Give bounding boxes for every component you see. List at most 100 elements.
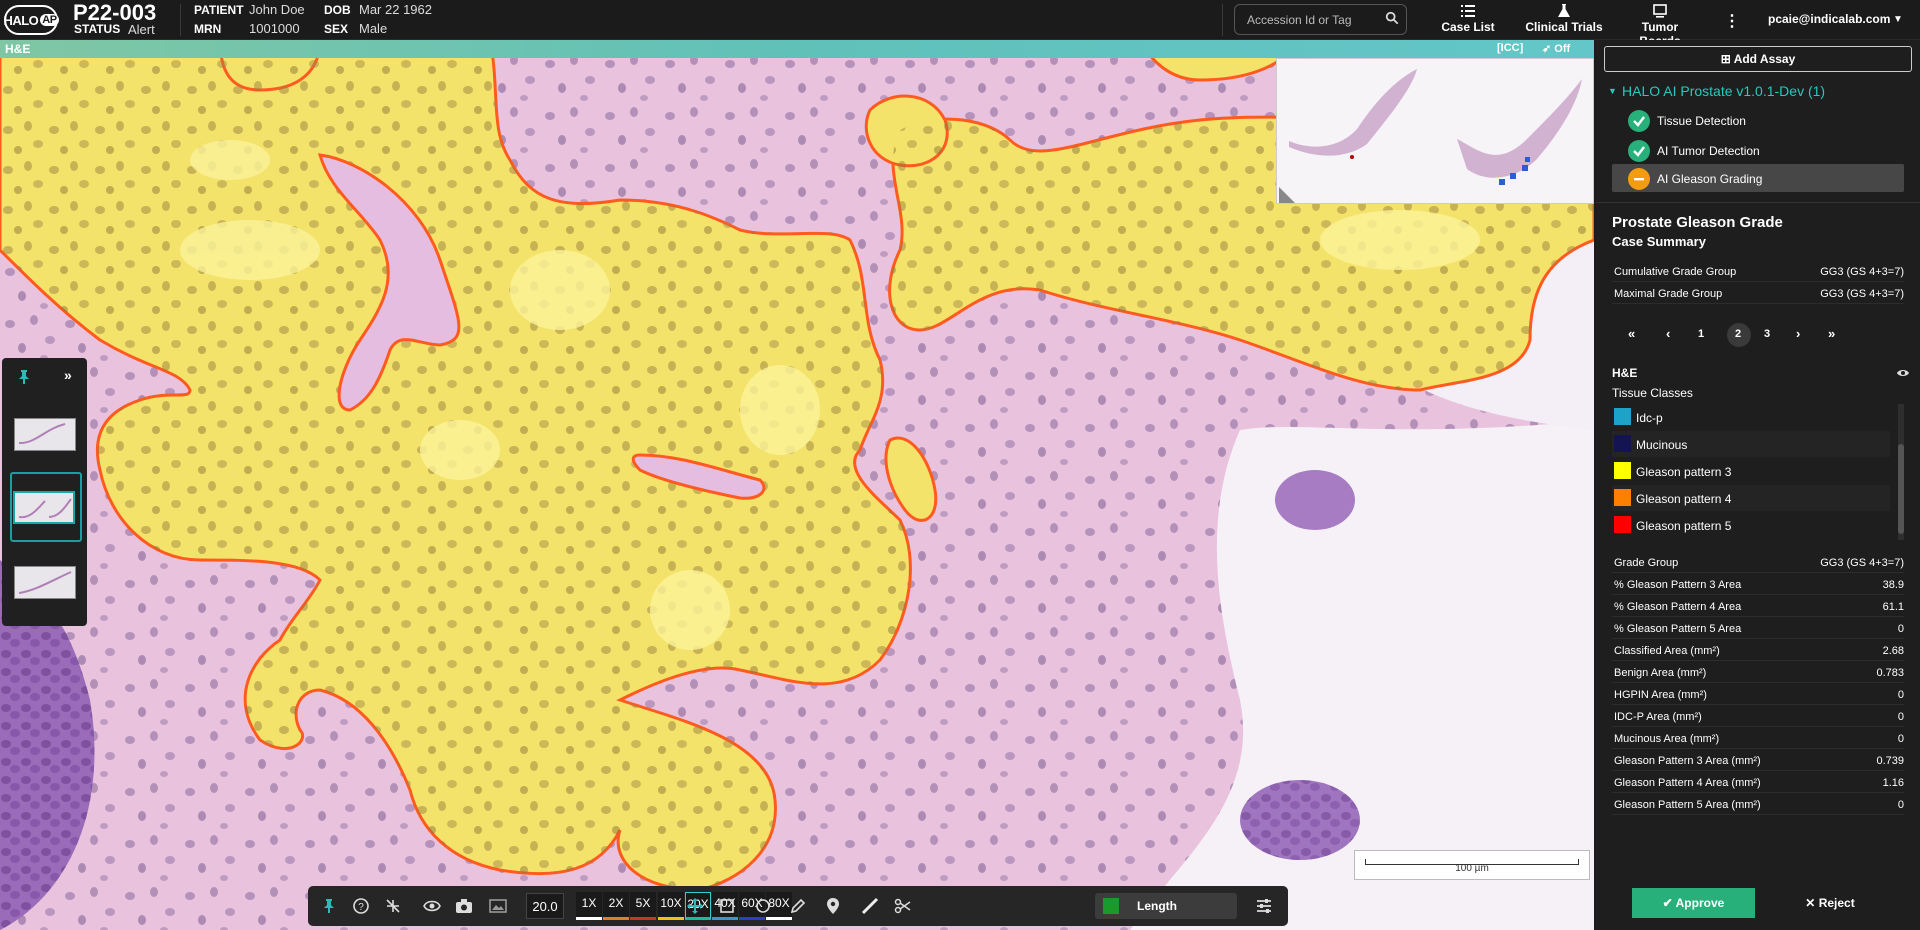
step-label: Tissue Detection	[1657, 114, 1746, 128]
zoom-10x-button[interactable]: 10X	[658, 892, 684, 920]
assay-title[interactable]: HALO AI Prostate v1.0.1-Dev (1)	[1622, 83, 1825, 99]
monitor-icon	[1653, 4, 1667, 18]
tissue-class-label: Idc-p	[1636, 411, 1663, 425]
annotation-color-swatch[interactable]	[1103, 898, 1119, 914]
user-menu[interactable]: pcaie@indicalab.com	[1768, 12, 1890, 26]
metric-key: Gleason Pattern 4 Area (mm²)	[1614, 777, 1761, 789]
help-icon[interactable]: ?	[352, 897, 370, 915]
nav-tumor-boards[interactable]: Tumor Boards	[1622, 4, 1698, 38]
zoom-5x-button[interactable]: 5X	[630, 892, 656, 920]
nav-case-list[interactable]: Case List	[1436, 4, 1500, 38]
metric-value: GG3 (GS 4+3=7)	[1820, 557, 1904, 569]
expand-panel-icon[interactable]: »	[64, 367, 72, 383]
metric-row: Classified Area (mm²)2.68	[1612, 641, 1904, 661]
map-pin-icon[interactable]	[824, 897, 842, 915]
next-page-button[interactable]: ›	[1796, 326, 1800, 341]
search-icon[interactable]	[1385, 11, 1399, 25]
pencil-icon[interactable]	[789, 897, 807, 915]
slide-minimap[interactable]	[1276, 58, 1594, 204]
metric-row: % Gleason Pattern 3 Area38.9	[1612, 575, 1904, 595]
slide-thumbnail-active[interactable]	[13, 491, 75, 524]
page-2-button[interactable]: 2	[1735, 328, 1741, 340]
page-1-button[interactable]: 1	[1698, 328, 1704, 340]
chevron-down-icon[interactable]: ▼	[1893, 14, 1903, 25]
divider	[1596, 202, 1920, 203]
dob-value: Mar 22 1962	[359, 2, 432, 17]
tissue-class-swatch[interactable]	[1614, 462, 1631, 479]
step-ai-tumor-detection[interactable]: AI Tumor Detection	[1612, 136, 1904, 164]
approve-button[interactable]: ✔ Approve	[1632, 888, 1755, 918]
pin-icon[interactable]	[320, 897, 338, 915]
top-bar: HALOAP P22-003 STATUS Alert PATIENT John…	[0, 0, 1920, 40]
tissue-class-label: Gleason pattern 3	[1636, 465, 1731, 479]
zoom-2x-button[interactable]: 2X	[603, 892, 629, 920]
tissue-class-row[interactable]: Idc-p	[1612, 404, 1890, 430]
slide-thumbnail[interactable]	[14, 566, 76, 599]
pin-icon[interactable]	[18, 370, 30, 384]
tissue-class-row[interactable]: Gleason pattern 3	[1612, 458, 1890, 484]
more-menu-icon[interactable]: ⋮	[1724, 11, 1740, 31]
settings-sliders-icon[interactable]	[1255, 897, 1273, 915]
metric-row: IDC-P Area (mm²)0	[1612, 707, 1904, 727]
slide-thumbnail-panel: »	[2, 358, 87, 626]
metric-value: 0	[1898, 623, 1904, 635]
last-page-button[interactable]: »	[1828, 326, 1835, 341]
collapse-caret-icon[interactable]: ▼	[1608, 86, 1617, 96]
metric-key: Gleason Pattern 3 Area (mm²)	[1614, 755, 1761, 767]
tissue-classes-label: Tissue Classes	[1612, 386, 1693, 400]
summary-title: Prostate Gleason Grade	[1612, 214, 1783, 231]
crosshair-off-icon[interactable]	[384, 897, 402, 915]
halo-ap-logo[interactable]: HALOAP	[4, 5, 58, 35]
search-input[interactable]	[1234, 4, 1407, 35]
tissue-class-swatch[interactable]	[1614, 489, 1631, 506]
icc-toggle[interactable]: [ICC]	[1497, 42, 1523, 54]
annotation-off-toggle[interactable]: ➶ Off	[1542, 42, 1570, 55]
divider	[180, 4, 181, 36]
metric-key: Gleason Pattern 5 Area (mm²)	[1614, 799, 1761, 811]
step-ai-gleason-grading[interactable]: AI Gleason Grading	[1612, 164, 1904, 192]
scrollbar[interactable]	[1898, 404, 1904, 540]
move-icon[interactable]	[686, 897, 704, 915]
annotation-type-label: Length	[1137, 899, 1177, 913]
scissors-icon[interactable]	[894, 897, 912, 915]
rectangle-tool-icon[interactable]	[718, 897, 736, 915]
ruler-icon[interactable]	[861, 897, 879, 915]
reject-button[interactable]: ✕ Reject	[1790, 888, 1870, 918]
zoom-field[interactable]	[526, 893, 564, 919]
eye-icon[interactable]	[1896, 367, 1910, 379]
page-3-button[interactable]: 3	[1764, 328, 1770, 340]
summary-subtitle: Case Summary	[1612, 234, 1706, 249]
add-assay-button[interactable]: ⊞ Add Assay	[1604, 46, 1912, 72]
nav-clinical-trials[interactable]: Clinical Trials	[1524, 4, 1604, 38]
dob-label: DOB	[324, 3, 351, 17]
tissue-class-row[interactable]: Mucinous	[1612, 431, 1890, 457]
ellipse-tool-icon[interactable]	[754, 897, 772, 915]
eye-icon[interactable]	[423, 897, 441, 915]
scrollbar-thumb[interactable]	[1898, 444, 1904, 534]
image-icon[interactable]	[489, 897, 507, 915]
tissue-class-swatch[interactable]	[1614, 408, 1631, 425]
summary-row: Cumulative Grade Group GG3 (GS 4+3=7)	[1612, 262, 1904, 282]
camera-icon[interactable]	[455, 897, 473, 915]
layer-name: H&E	[5, 42, 30, 56]
tissue-class-swatch[interactable]	[1614, 516, 1631, 533]
stain-label: H&E	[1612, 366, 1637, 380]
add-assay-label: Add Assay	[1734, 52, 1796, 66]
tissue-class-row[interactable]: Gleason pattern 4	[1612, 485, 1890, 511]
close-icon: ✕	[1805, 896, 1815, 910]
tissue-class-swatch[interactable]	[1614, 435, 1631, 452]
status-label: STATUS	[74, 22, 120, 36]
slide-thumbnail[interactable]	[14, 418, 76, 451]
prev-page-button[interactable]: ‹	[1666, 326, 1670, 341]
divider	[1222, 4, 1223, 36]
zoom-1x-button[interactable]: 1X	[576, 892, 602, 920]
metric-value: 61.1	[1883, 601, 1904, 613]
first-page-button[interactable]: «	[1628, 326, 1635, 341]
layer-bar: H&E [ICC] ➶ Off	[0, 40, 1594, 58]
step-tissue-detection[interactable]: Tissue Detection	[1612, 106, 1904, 134]
tissue-class-row[interactable]: Gleason pattern 5	[1612, 512, 1890, 538]
scale-bar: 100 µm	[1354, 850, 1590, 880]
patient-name: John Doe	[249, 2, 305, 17]
metric-key: Classified Area (mm²)	[1614, 645, 1720, 657]
annotation-type-select[interactable]: Length	[1095, 893, 1237, 919]
